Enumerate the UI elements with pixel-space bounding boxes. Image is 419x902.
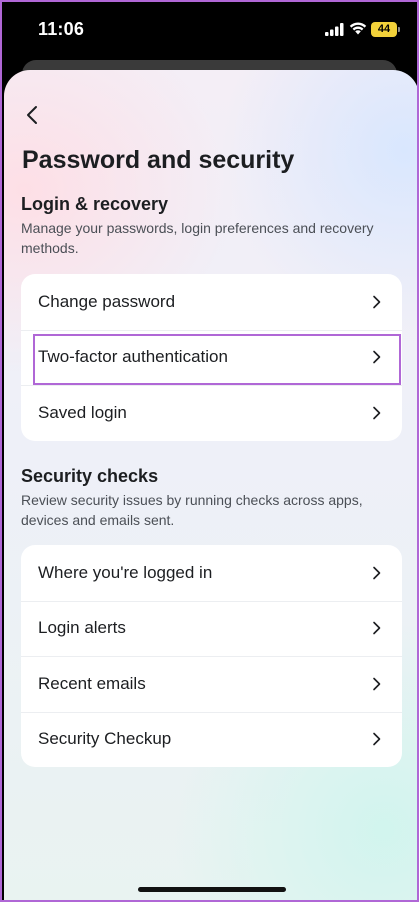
- cellular-signal-icon: [325, 23, 344, 36]
- row-label: Security Checkup: [38, 729, 172, 749]
- chevron-right-icon: [373, 295, 381, 309]
- status-bar: 11:06 44: [2, 2, 417, 60]
- chevron-right-icon: [373, 732, 381, 746]
- row-saved-login[interactable]: Saved login: [21, 385, 402, 441]
- row-two-factor-authentication[interactable]: Two-factor authentication: [21, 329, 402, 386]
- login-recovery-card: Change password Two-factor authenticatio…: [21, 274, 402, 441]
- security-checks-heading: Security checks: [21, 466, 159, 486]
- row-label: Saved login: [38, 402, 127, 422]
- chevron-right-icon: [373, 350, 381, 364]
- chevron-right-icon: [373, 621, 381, 635]
- page-title: Password and security: [22, 146, 295, 174]
- row-recent-emails[interactable]: Recent emails: [21, 656, 402, 712]
- phone-screen: 11:06 44 Password and security Login & r…: [0, 0, 419, 902]
- row-where-logged-in[interactable]: Where you're logged in: [21, 545, 402, 601]
- wifi-icon: [349, 22, 367, 35]
- row-label: Where you're logged in: [38, 562, 213, 582]
- row-login-alerts[interactable]: Login alerts: [21, 600, 402, 657]
- row-label: Two-factor authentication: [38, 347, 228, 367]
- password-security-sheet: Password and security Login & recovery M…: [4, 70, 417, 900]
- status-time: 11:06: [38, 19, 85, 39]
- row-label: Change password: [38, 291, 176, 311]
- chevron-left-icon: [27, 106, 37, 124]
- chevron-right-icon: [373, 677, 381, 691]
- login-recovery-description: Manage your passwords, login preferences…: [21, 220, 374, 256]
- row-label: Login alerts: [38, 618, 126, 638]
- row-change-password[interactable]: Change password: [21, 274, 402, 330]
- login-recovery-heading: Login & recovery: [21, 194, 169, 214]
- home-indicator[interactable]: [138, 887, 286, 892]
- row-label: Recent emails: [38, 673, 146, 693]
- chevron-right-icon: [373, 406, 381, 420]
- row-security-checkup[interactable]: Security Checkup: [21, 711, 402, 768]
- back-button[interactable]: [20, 100, 44, 130]
- security-checks-card: Where you're logged in Login alerts Rece…: [21, 545, 402, 767]
- security-checks-description: Review security issues by running checks…: [21, 492, 363, 528]
- battery-icon: 44: [371, 22, 400, 37]
- chevron-right-icon: [373, 566, 381, 580]
